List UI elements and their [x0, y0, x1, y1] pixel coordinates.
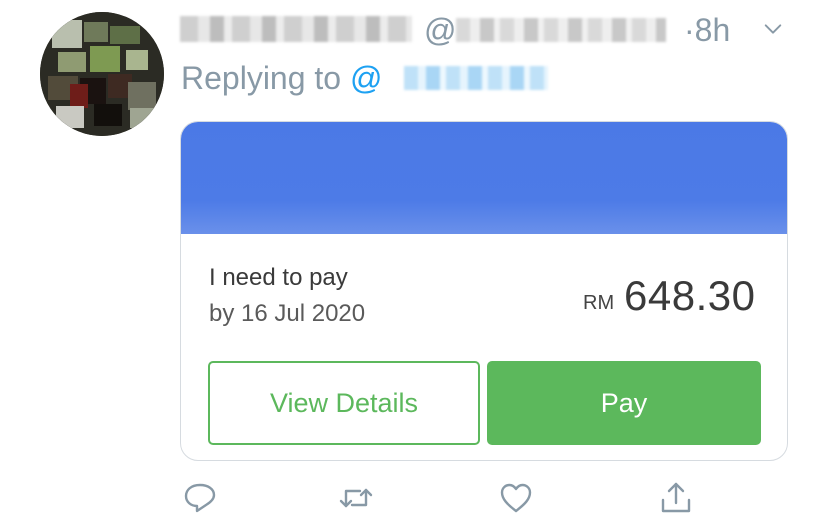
retweet-icon	[339, 488, 373, 508]
view-details-button[interactable]: View Details	[208, 361, 480, 445]
tweet-time[interactable]: ·8h	[684, 12, 730, 49]
card-amount: 648.30	[624, 272, 756, 319]
share-icon	[661, 482, 691, 513]
replying-to-line: Replying to @	[181, 60, 382, 97]
reply-button[interactable]	[182, 480, 218, 516]
mention-at-sign[interactable]: @	[350, 60, 382, 96]
like-button[interactable]	[498, 480, 534, 516]
card-line1: I need to pay	[209, 264, 348, 291]
card-banner	[181, 122, 787, 234]
card-currency: RM	[583, 292, 615, 314]
chevron-down-icon[interactable]	[762, 18, 784, 40]
pay-button[interactable]: Pay	[487, 361, 761, 445]
reply-icon	[184, 483, 216, 513]
payment-card: I need to pay by 16 Jul 2020 RM 648.30 V…	[180, 121, 788, 461]
replying-to-label: Replying to	[181, 60, 342, 96]
handle-redacted[interactable]	[456, 18, 666, 42]
display-name-redacted[interactable]	[180, 16, 412, 42]
share-button[interactable]	[658, 480, 694, 516]
tweet-actions	[180, 480, 800, 520]
retweet-button[interactable]	[338, 480, 374, 516]
mention-redacted[interactable]	[404, 66, 548, 90]
card-due-date: by 16 Jul 2020	[209, 300, 366, 327]
avatar[interactable]	[40, 12, 164, 136]
handle-at-sign: @	[424, 12, 457, 48]
tweet-header: @ ·8h	[180, 10, 800, 50]
heart-icon	[500, 483, 532, 513]
